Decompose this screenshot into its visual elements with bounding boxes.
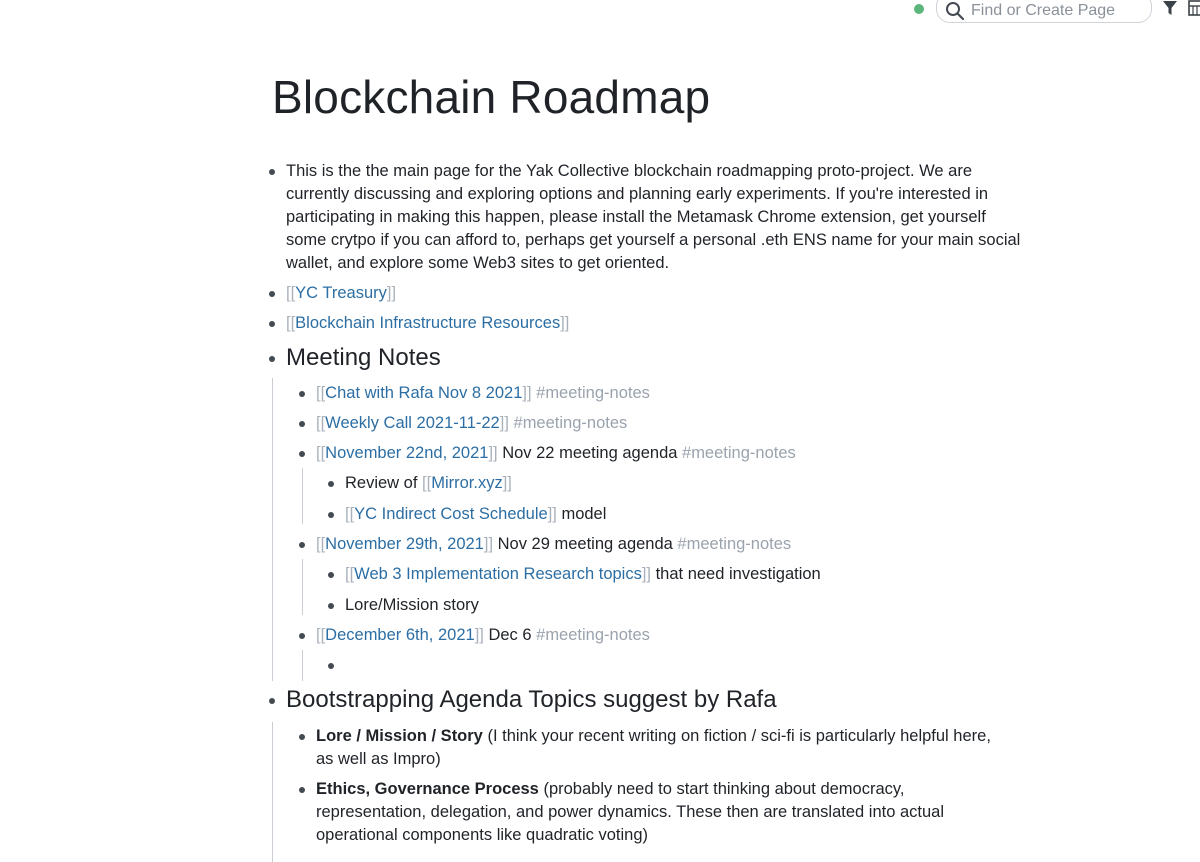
page-ref-chat-rafa[interactable]: Chat with Rafa Nov 8 2021 (325, 384, 522, 402)
block-treasury[interactable]: [[YC Treasury]] (260, 282, 1030, 305)
block-bullet[interactable] (328, 603, 334, 609)
block-bullet[interactable] (299, 787, 305, 793)
tag-meeting-notes[interactable]: #meeting-notes (536, 626, 650, 644)
calendar-icon[interactable] (1188, 0, 1200, 16)
page-ref-web3-research[interactable]: Web 3 Implementation Research topics (354, 565, 642, 583)
page-ref-yc-treasury[interactable]: YC Treasury (295, 284, 387, 302)
block-text[interactable]: Dec 6 (484, 626, 536, 644)
tag-meeting-notes[interactable]: #meeting-notes (536, 384, 650, 402)
block-dec6[interactable]: [[December 6th, 2021]] Dec 6 #meeting-no… (290, 624, 1030, 647)
block-yc-indirect[interactable]: [[YC Indirect Cost Schedule]] model (319, 503, 1029, 526)
block-bullet[interactable] (299, 451, 305, 457)
heading-bootstrapping[interactable]: Bootstrapping Agenda Topics suggest by R… (286, 685, 1030, 715)
block-chat-rafa[interactable]: [[Chat with Rafa Nov 8 2021]] #meeting-n… (290, 382, 1030, 405)
search-input[interactable] (969, 0, 1143, 22)
block-text[interactable]: Nov 29 meeting agenda (493, 535, 677, 553)
block-bullet[interactable] (269, 291, 275, 297)
page-ref-yc-indirect[interactable]: YC Indirect Cost Schedule (354, 505, 548, 523)
page-title: Blockchain Roadmap (272, 71, 711, 123)
search-bar[interactable] (936, 0, 1152, 23)
tag-meeting-notes[interactable]: #meeting-notes (677, 535, 791, 553)
block-bullet[interactable] (328, 481, 334, 487)
block-bullet[interactable] (269, 356, 275, 362)
bold-text[interactable]: Ethics, Governance Process (316, 780, 539, 798)
top-bar (0, 0, 1200, 30)
block-bullet[interactable] (299, 542, 305, 548)
bold-text[interactable]: Lore / Mission / Story (316, 727, 483, 745)
filter-icon[interactable] (1162, 0, 1178, 16)
block-bullet[interactable] (269, 321, 275, 327)
block-lore-mission[interactable]: Lore / Mission / Story (I think your rec… (290, 725, 1010, 771)
indent-guide (302, 650, 303, 681)
block-bullet[interactable] (299, 734, 305, 740)
block-bullet[interactable] (269, 169, 275, 175)
block-bullet[interactable] (328, 512, 334, 518)
block-ethics[interactable]: Ethics, Governance Process (probably nee… (290, 778, 1010, 847)
indent-guide (302, 468, 303, 524)
heading-meeting-notes[interactable]: Meeting Notes (286, 343, 1030, 373)
block-bullet[interactable] (299, 421, 305, 427)
block-bullet[interactable] (299, 391, 305, 397)
block-nov29[interactable]: [[November 29th, 2021]] Nov 29 meeting a… (290, 533, 1030, 556)
sync-status-indicator (914, 4, 924, 14)
block-text[interactable]: This is the the main page for the Yak Co… (286, 160, 1030, 275)
block-text[interactable]: Nov 22 meeting agenda (498, 444, 682, 462)
page-ref-infra-resources[interactable]: Blockchain Infrastructure Resources (295, 314, 560, 332)
page-ref-weekly-call[interactable]: Weekly Call 2021-11-22 (325, 414, 500, 432)
block-web3-research[interactable]: [[Web 3 Implementation Research topics]]… (319, 563, 1029, 586)
page-ref-dec6[interactable]: December 6th, 2021 (325, 626, 475, 644)
block-weekly-call[interactable]: [[Weekly Call 2021-11-22]] #meeting-note… (290, 412, 1030, 435)
block-text[interactable]: that need investigation (651, 565, 821, 583)
indent-guide (272, 378, 273, 681)
block-nov22[interactable]: [[November 22nd, 2021]] Nov 22 meeting a… (290, 442, 1030, 465)
page-ref-nov29[interactable]: November 29th, 2021 (325, 535, 484, 553)
block-bootstrapping[interactable]: Bootstrapping Agenda Topics suggest by R… (260, 685, 1030, 715)
page-ref-nov22[interactable]: November 22nd, 2021 (325, 444, 488, 462)
indent-guide (272, 722, 273, 862)
page-ref-mirror[interactable]: Mirror.xyz (431, 474, 503, 492)
search-icon (946, 2, 965, 21)
block-lore-story[interactable]: Lore/Mission story (319, 594, 1029, 617)
block-text[interactable]: model (557, 505, 606, 523)
block-text[interactable]: Lore/Mission story (345, 594, 1029, 617)
block-empty[interactable] (319, 654, 1029, 677)
block-bullet[interactable] (328, 663, 334, 669)
tag-meeting-notes[interactable]: #meeting-notes (514, 414, 628, 432)
block-intro[interactable]: This is the the main page for the Yak Co… (260, 160, 1030, 275)
tag-meeting-notes[interactable]: #meeting-notes (682, 444, 796, 462)
block-review-mirror[interactable]: Review of [[Mirror.xyz]] (319, 472, 1029, 495)
block-infra[interactable]: [[Blockchain Infrastructure Resources]] (260, 312, 1030, 335)
block-meeting-notes[interactable]: Meeting Notes (260, 343, 1030, 373)
block-bullet[interactable] (269, 698, 275, 704)
block-bullet[interactable] (299, 633, 305, 639)
indent-guide (302, 559, 303, 615)
block-text[interactable]: Review of (345, 474, 422, 492)
block-bullet[interactable] (328, 572, 334, 578)
